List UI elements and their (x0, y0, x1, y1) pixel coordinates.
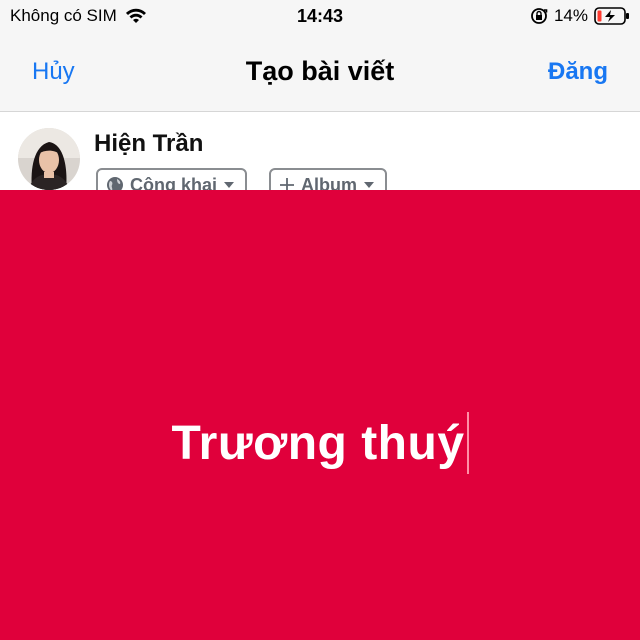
avatar-image (18, 128, 80, 190)
cancel-button[interactable]: Hủy (32, 58, 75, 86)
status-right: 14% (530, 6, 630, 26)
battery-percent: 14% (553, 6, 588, 25)
avatar[interactable] (18, 128, 80, 190)
status-bar: Không có SIM 14:43 14% (0, 0, 640, 34)
battery-charging-icon (594, 7, 629, 25)
author-row: Hiện Trần Công khai Album (0, 112, 640, 202)
page-title: Tạo bài viết (245, 56, 395, 86)
post-composer[interactable]: Trương thuý (0, 190, 640, 640)
post-button[interactable]: Đăng (548, 58, 608, 86)
caret-down-icon (364, 182, 374, 188)
post-text-area[interactable]: Trương thuý (0, 412, 640, 474)
author-name: Hiện Trần (94, 130, 204, 157)
text-cursor (466, 412, 469, 474)
caret-down-icon (224, 182, 235, 188)
post-text[interactable]: Trương thuý (171, 416, 464, 471)
nav-bar: Hủy Tạo bài viết Đăng (0, 34, 640, 112)
rotation-lock-icon (531, 8, 548, 24)
